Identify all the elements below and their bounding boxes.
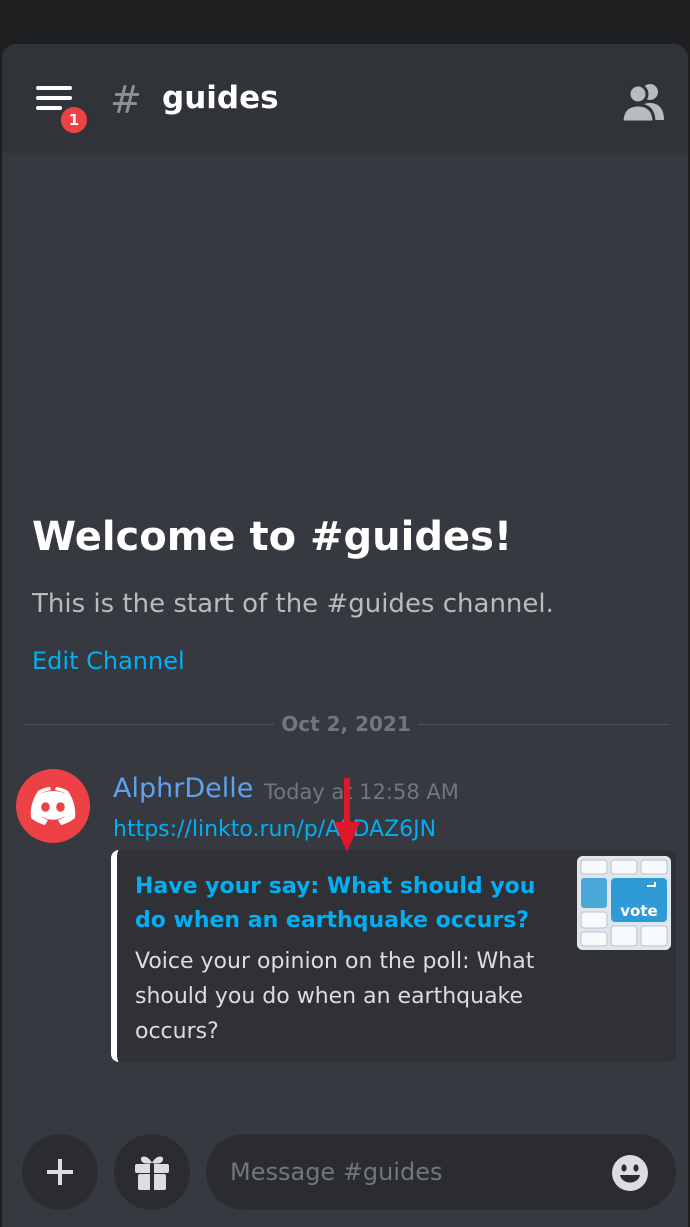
add-attachment-button[interactable] bbox=[22, 1134, 98, 1210]
members-button[interactable] bbox=[620, 80, 668, 124]
avatar[interactable] bbox=[16, 769, 90, 843]
channel-panel: 1 # guides Welcome to #guides! This is t… bbox=[2, 44, 688, 1227]
smiley-emoji-icon bbox=[612, 1155, 648, 1191]
vote-keyboard-image: vote bbox=[577, 856, 671, 950]
date-divider-line bbox=[24, 724, 274, 725]
message-composer[interactable] bbox=[206, 1134, 676, 1210]
discord-logo-icon bbox=[30, 787, 76, 825]
gift-icon bbox=[135, 1156, 169, 1190]
embed-thumbnail[interactable]: vote bbox=[577, 856, 671, 950]
embed-title[interactable]: Have your say: What should you do when a… bbox=[135, 870, 555, 938]
message-input[interactable] bbox=[230, 1134, 590, 1210]
hamburger-menu-icon-bar bbox=[36, 106, 62, 110]
hamburger-menu-icon-bar bbox=[36, 96, 72, 100]
red-arrow-icon bbox=[334, 778, 360, 852]
link-embed: Have your say: What should you do when a… bbox=[111, 850, 676, 1062]
notification-badge: 1 bbox=[58, 104, 90, 136]
thumbnail-vote-text: vote bbox=[620, 902, 657, 920]
channel-header: 1 # guides bbox=[2, 44, 688, 153]
message-link[interactable]: https://linkto.run/p/ALDAZ6JN bbox=[113, 817, 436, 842]
channel-title: guides bbox=[162, 80, 279, 116]
plus-icon bbox=[47, 1159, 73, 1185]
hamburger-menu-icon bbox=[36, 86, 72, 90]
emoji-button[interactable] bbox=[610, 1153, 650, 1193]
welcome-title: Welcome to #guides! bbox=[32, 514, 513, 560]
channel-hash-icon: # bbox=[110, 78, 142, 122]
embed-description: Voice your opinion on the poll: What sho… bbox=[135, 949, 535, 1044]
gift-button[interactable] bbox=[114, 1134, 190, 1210]
date-divider-line bbox=[418, 724, 668, 725]
members-icon bbox=[620, 83, 664, 124]
edit-channel-link[interactable]: Edit Channel bbox=[32, 647, 185, 675]
message-author[interactable]: AlphrDelle bbox=[113, 773, 253, 804]
status-bar bbox=[0, 0, 690, 44]
welcome-subtitle: This is the start of the #guides channel… bbox=[32, 589, 554, 619]
date-divider: Oct 2, 2021 bbox=[281, 712, 411, 736]
